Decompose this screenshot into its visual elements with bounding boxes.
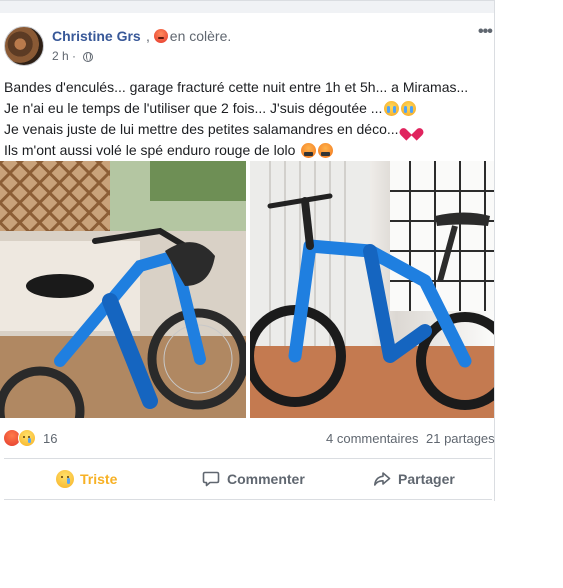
- post-text: Bandes d'enculés... garage fracturé cett…: [4, 77, 490, 161]
- facebook-post: Christine Grs , en colère. 2 h · ••• Ban…: [0, 0, 495, 501]
- divider: [4, 458, 492, 459]
- comment-icon: [202, 471, 220, 487]
- swearing-face-icon: [318, 143, 334, 158]
- reaction-count[interactable]: 16: [43, 431, 57, 446]
- bike-photo-right[interactable]: [250, 161, 494, 418]
- share-icon: [374, 472, 391, 486]
- text-line: Bandes d'enculés... garage fracturé cett…: [4, 79, 469, 95]
- bike-photo-right-illustration: [250, 161, 494, 418]
- reactions-summary: 16 4 commentaires 21 partages: [0, 427, 495, 451]
- meta-separator: ·: [72, 49, 80, 63]
- comment-label: Commenter: [227, 471, 305, 487]
- text-line: Ils m'ont aussi volé le spé enduro rouge…: [4, 140, 490, 161]
- post-header: Christine Grs , en colère. 2 h · •••: [0, 23, 494, 69]
- feeling-label: en colère.: [169, 28, 232, 44]
- bike-photo-left[interactable]: [0, 161, 246, 418]
- shares-count[interactable]: 21 partages: [426, 431, 495, 446]
- comments-count[interactable]: 4 commentaires: [326, 431, 418, 446]
- sad-reaction-icon[interactable]: [18, 429, 36, 447]
- feeling-status: , en colère.: [146, 28, 232, 44]
- author-name[interactable]: Christine Grs: [52, 28, 141, 44]
- more-options-icon[interactable]: •••: [478, 23, 493, 41]
- photo-grid: [0, 161, 494, 418]
- avatar[interactable]: [4, 26, 44, 66]
- reaction-button[interactable]: Triste: [56, 461, 117, 497]
- angry-face-icon: [153, 29, 168, 43]
- post-actions: Triste Commenter Partager: [0, 461, 494, 497]
- crying-face-icon: [401, 101, 417, 116]
- sad-reaction-icon: [56, 470, 74, 488]
- share-label: Partager: [398, 471, 455, 487]
- text-line: Je n'ai eu le temps de l'utiliser que 2 …: [4, 98, 490, 119]
- reaction-label: Triste: [80, 471, 118, 487]
- divider: [4, 499, 492, 500]
- top-gray-bar: [0, 1, 494, 13]
- post-time[interactable]: 2 h: [52, 49, 69, 63]
- bike-photo-left-illustration: [0, 161, 246, 418]
- comment-button[interactable]: Commenter: [202, 461, 305, 497]
- globe-icon[interactable]: [83, 52, 94, 62]
- post-meta: 2 h ·: [52, 49, 94, 63]
- crying-face-icon: [384, 101, 400, 116]
- swearing-face-icon: [301, 143, 317, 158]
- broken-heart-icon: [404, 122, 419, 137]
- share-button[interactable]: Partager: [373, 461, 455, 497]
- text-line: Je venais juste de lui mettre des petite…: [4, 119, 490, 140]
